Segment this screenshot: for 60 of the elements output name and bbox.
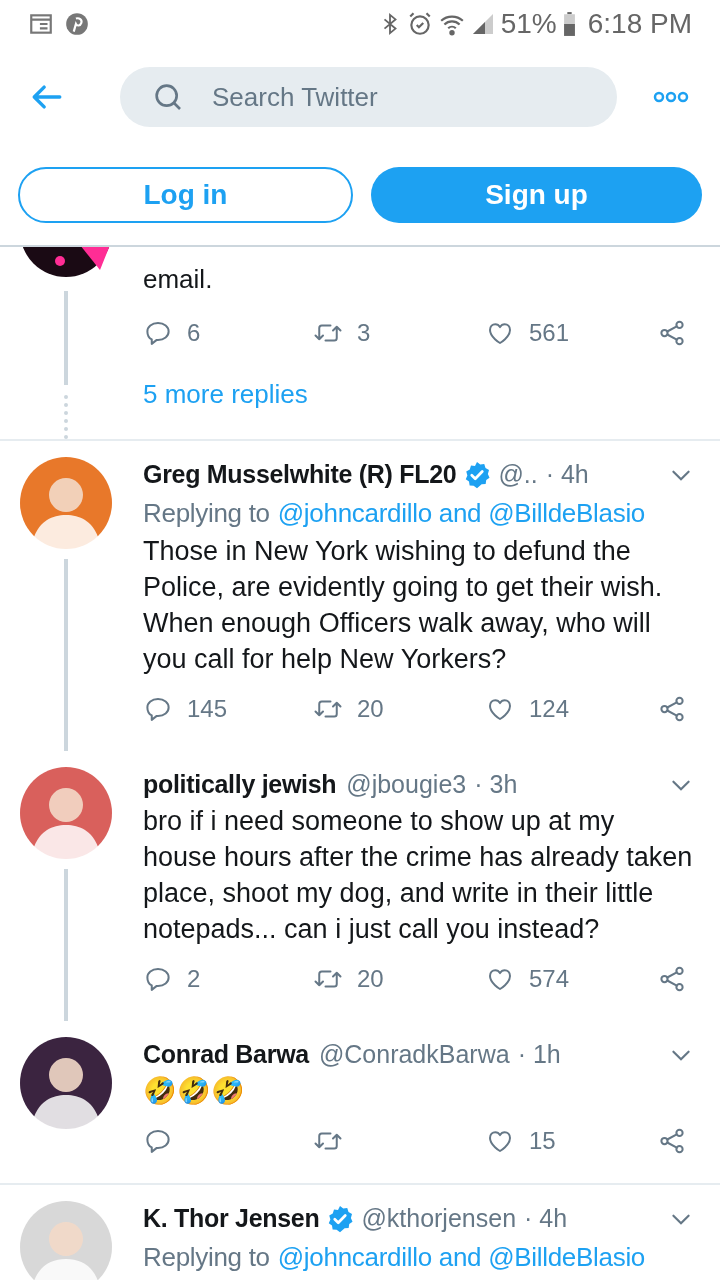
mention-link[interactable]: @johncardillo and @BilldeBlasio xyxy=(277,493,646,533)
user-name[interactable]: politically jewish xyxy=(143,766,337,804)
reply-button[interactable]: 2 xyxy=(143,961,313,997)
calendar-icon xyxy=(28,11,54,37)
mention-link[interactable]: @johncardillo and @BilldeBlasio xyxy=(277,1237,646,1277)
search-input[interactable]: Search Twitter xyxy=(212,77,512,117)
replying-label: Replying to xyxy=(143,496,270,530)
user-handle: @kthorjensen xyxy=(361,1203,517,1235)
tweet-text: bro if i need someone to show up at my house hours after the crime has already taken place, shoot my dog, and write in their little notepads... can i just call you instead? xyxy=(143,805,694,946)
avatar[interactable] xyxy=(20,1037,112,1129)
retweet-count: 20 xyxy=(357,694,384,724)
replying-label: Replying to xyxy=(143,1240,270,1274)
share-icon xyxy=(657,1126,687,1156)
like-count: 124 xyxy=(529,694,570,724)
tweet-time: · 3h xyxy=(474,769,518,801)
user-handle: @ConradkBarwa xyxy=(318,1039,510,1071)
share-icon xyxy=(657,318,687,348)
like-button[interactable]: 124 xyxy=(485,691,657,727)
clock-time: 6:18 PM xyxy=(587,7,692,41)
tweet-text: email. xyxy=(143,263,214,296)
tweet-time: · 1h xyxy=(517,1039,561,1071)
share-button[interactable] xyxy=(657,964,687,994)
like-button[interactable]: 15 xyxy=(485,1123,657,1159)
reply-count: 6 xyxy=(187,318,201,348)
like-button[interactable]: 561 xyxy=(485,315,657,351)
sign-up-button[interactable]: Sign up xyxy=(371,167,702,223)
retweet-count: 3 xyxy=(357,318,371,348)
share-button[interactable] xyxy=(657,318,687,348)
reply-button[interactable]: 6 xyxy=(143,315,313,351)
user-name[interactable]: K. Thor Jensen xyxy=(143,1200,320,1238)
more-replies-link[interactable]: 5 more replies xyxy=(143,375,694,414)
like-count: 574 xyxy=(529,964,570,994)
pin-logo-icon xyxy=(64,11,90,37)
reply-button[interactable]: 145 xyxy=(143,691,313,727)
log-in-button[interactable]: Log in xyxy=(18,167,353,223)
tweet-time: · 4h xyxy=(524,1203,568,1235)
reply-count: 145 xyxy=(187,694,228,724)
share-button[interactable] xyxy=(657,1126,687,1156)
user-handle: @.. xyxy=(498,459,538,491)
retweet-count: 20 xyxy=(357,964,384,994)
share-icon xyxy=(657,964,687,994)
like-count: 561 xyxy=(529,318,570,348)
search-field[interactable]: Search Twitter xyxy=(120,67,617,127)
like-button[interactable]: 574 xyxy=(485,961,657,997)
like-count: 15 xyxy=(529,1126,556,1156)
tweet-time: · 4h xyxy=(545,459,589,491)
retweet-button[interactable]: 3 xyxy=(313,315,485,351)
battery-percent: 51% xyxy=(500,7,557,41)
retweet-button[interactable]: 20 xyxy=(313,691,485,727)
share-button[interactable] xyxy=(657,694,687,724)
battery-icon xyxy=(562,11,576,37)
user-name[interactable]: Conrad Barwa xyxy=(143,1036,309,1074)
more-icon[interactable] xyxy=(652,91,690,103)
reply-count: 2 xyxy=(187,964,201,994)
tweet-text: Those in New York wishing to defund the Police, are evidently going to get their wish. When enough Officers walk away, who will you call for help New Yorkers? xyxy=(143,535,664,676)
retweet-button[interactable]: 20 xyxy=(313,961,485,997)
tweet-text: 🤣🤣🤣 xyxy=(143,1075,246,1108)
user-handle: @jbougie3 xyxy=(346,769,467,801)
user-name[interactable]: Greg Musselwhite (R) FL20 xyxy=(143,456,457,494)
share-icon xyxy=(657,694,687,724)
